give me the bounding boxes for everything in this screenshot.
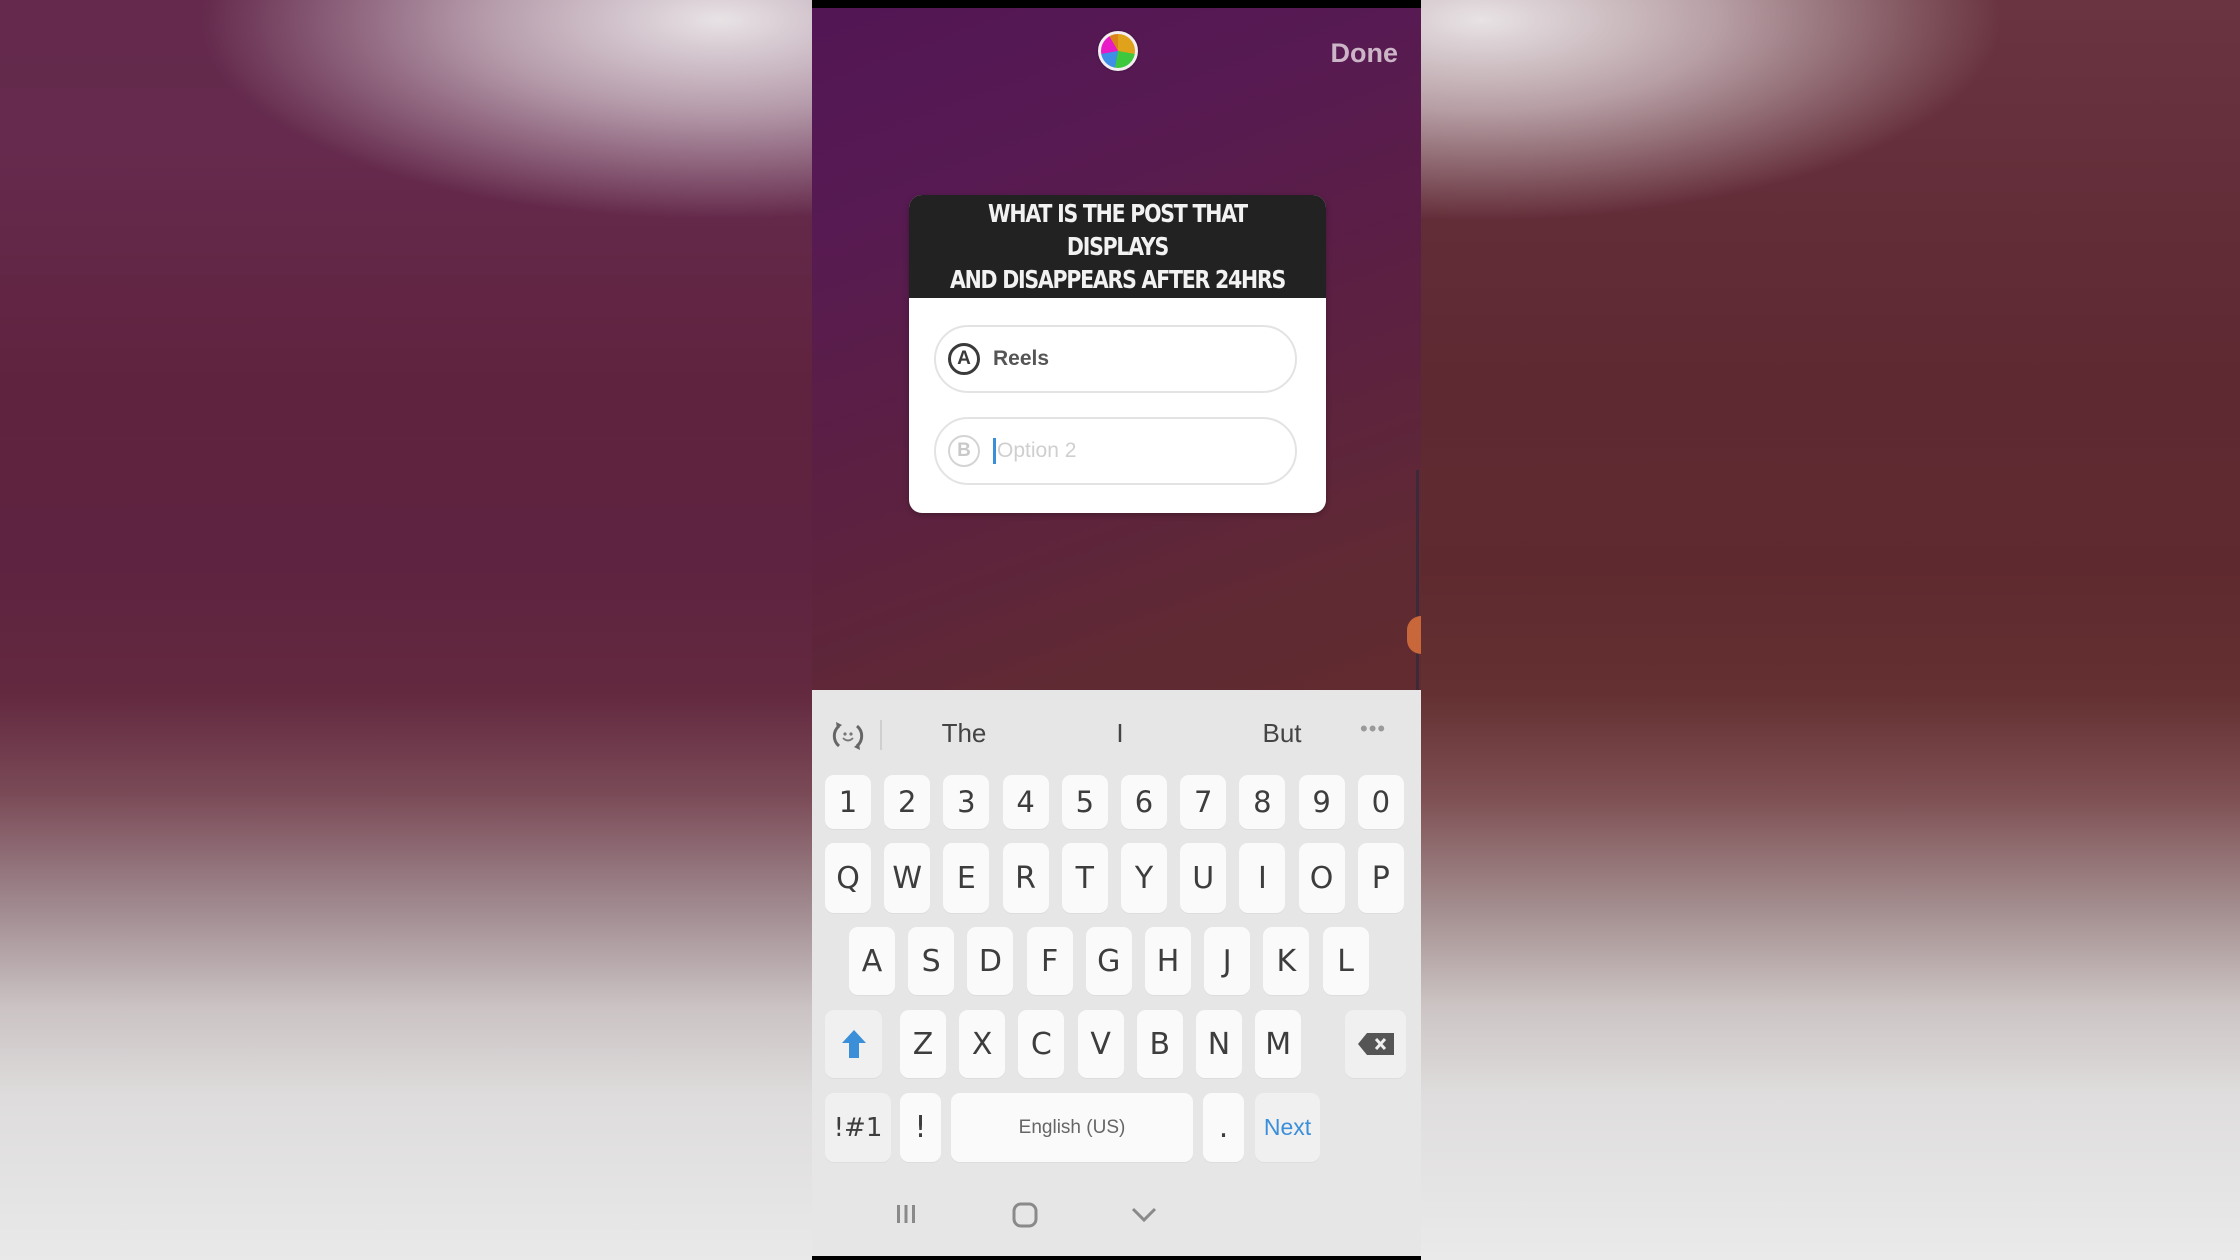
text-size-slider-handle[interactable] xyxy=(1407,616,1421,654)
phone-screen: Done WHAT IS THE POST THAT DISPLAYS AND … xyxy=(812,0,1421,1260)
option-b-input-placeholder[interactable]: Option 2 xyxy=(997,439,1076,463)
key-d[interactable]: D xyxy=(967,927,1014,995)
suggestion-divider xyxy=(880,720,882,750)
quiz-question-text[interactable]: WHAT IS THE POST THAT DISPLAYS AND DISAP… xyxy=(947,197,1289,296)
key-z[interactable]: Z xyxy=(900,1010,946,1078)
key-t[interactable]: T xyxy=(1061,843,1108,913)
key-q[interactable]: Q xyxy=(825,843,871,913)
key-n[interactable]: N xyxy=(1196,1010,1242,1078)
key-g[interactable]: G xyxy=(1085,927,1132,995)
suggestion-2[interactable]: I xyxy=(1060,718,1180,749)
recent-apps-icon[interactable] xyxy=(895,1202,917,1226)
key-9[interactable]: 9 xyxy=(1298,775,1345,829)
color-wheel-icon[interactable] xyxy=(1098,31,1138,71)
key-p[interactable]: P xyxy=(1357,843,1404,913)
story-canvas[interactable]: Done WHAT IS THE POST THAT DISPLAYS AND … xyxy=(812,8,1421,698)
option-letter-b: B xyxy=(948,435,980,467)
key-k[interactable]: K xyxy=(1263,927,1310,995)
done-button[interactable]: Done xyxy=(1331,38,1399,69)
key-x[interactable]: X xyxy=(959,1010,1006,1078)
key-7[interactable]: 7 xyxy=(1180,775,1227,829)
key-v[interactable]: V xyxy=(1077,1010,1124,1078)
key-1[interactable]: 1 xyxy=(825,775,871,829)
space-key[interactable]: English (US) xyxy=(951,1093,1193,1162)
suggestion-bar: The I But ••• xyxy=(812,690,1421,775)
home-icon[interactable] xyxy=(1012,1202,1038,1228)
key-0[interactable]: 0 xyxy=(1357,775,1404,829)
key-m[interactable]: M xyxy=(1255,1010,1302,1078)
key-w[interactable]: W xyxy=(884,843,931,913)
backspace-icon xyxy=(1357,1033,1394,1055)
key-b[interactable]: B xyxy=(1136,1010,1183,1078)
key-c[interactable]: C xyxy=(1018,1010,1065,1078)
key-3[interactable]: 3 xyxy=(943,775,990,829)
key-5[interactable]: 5 xyxy=(1061,775,1108,829)
next-key[interactable]: Next xyxy=(1255,1093,1320,1162)
text-cursor xyxy=(993,438,996,464)
key-i[interactable]: I xyxy=(1239,843,1286,913)
key-o[interactable]: O xyxy=(1298,843,1345,913)
emoji-toggle-icon[interactable] xyxy=(830,718,866,754)
shift-key[interactable] xyxy=(825,1010,882,1078)
hide-keyboard-icon[interactable] xyxy=(1130,1206,1158,1224)
shift-arrow-icon xyxy=(841,1030,866,1058)
more-suggestions-button[interactable]: ••• xyxy=(1360,716,1386,742)
exclamation-key[interactable]: ! xyxy=(900,1093,941,1162)
key-f[interactable]: F xyxy=(1026,927,1073,995)
text-size-slider-track[interactable] xyxy=(1416,470,1419,698)
key-y[interactable]: Y xyxy=(1121,843,1167,913)
key-4[interactable]: 4 xyxy=(1002,775,1049,829)
blurred-background-right xyxy=(1421,0,2240,1260)
key-h[interactable]: H xyxy=(1145,927,1191,995)
quiz-option-b[interactable]: B Option 2 xyxy=(934,417,1297,485)
option-letter-a: A xyxy=(948,343,980,375)
blurred-background-left xyxy=(0,0,812,1260)
system-navigation-bar xyxy=(812,1180,1421,1250)
key-a[interactable]: A xyxy=(849,927,895,995)
key-r[interactable]: R xyxy=(1002,843,1049,913)
quiz-question-header[interactable]: WHAT IS THE POST THAT DISPLAYS AND DISAP… xyxy=(909,195,1326,298)
key-j[interactable]: J xyxy=(1204,927,1251,995)
suggestion-3[interactable]: But xyxy=(1222,718,1342,749)
key-e[interactable]: E xyxy=(943,843,990,913)
suggestion-1[interactable]: The xyxy=(904,718,1024,749)
quiz-option-a[interactable]: A Reels xyxy=(934,325,1297,393)
key-6[interactable]: 6 xyxy=(1121,775,1167,829)
on-screen-keyboard: The I But ••• 1234567890 QWERTYUIOP ASDF… xyxy=(812,690,1421,1256)
symbols-key[interactable]: !#1 xyxy=(825,1093,891,1162)
quiz-sticker[interactable]: WHAT IS THE POST THAT DISPLAYS AND DISAP… xyxy=(909,195,1326,513)
option-a-input[interactable]: Reels xyxy=(993,347,1049,371)
period-key[interactable]: . xyxy=(1203,1093,1244,1162)
key-2[interactable]: 2 xyxy=(884,775,931,829)
key-s[interactable]: S xyxy=(908,927,955,995)
key-u[interactable]: U xyxy=(1180,843,1227,913)
backspace-key[interactable] xyxy=(1345,1010,1406,1078)
key-l[interactable]: L xyxy=(1322,927,1369,995)
key-8[interactable]: 8 xyxy=(1239,775,1286,829)
